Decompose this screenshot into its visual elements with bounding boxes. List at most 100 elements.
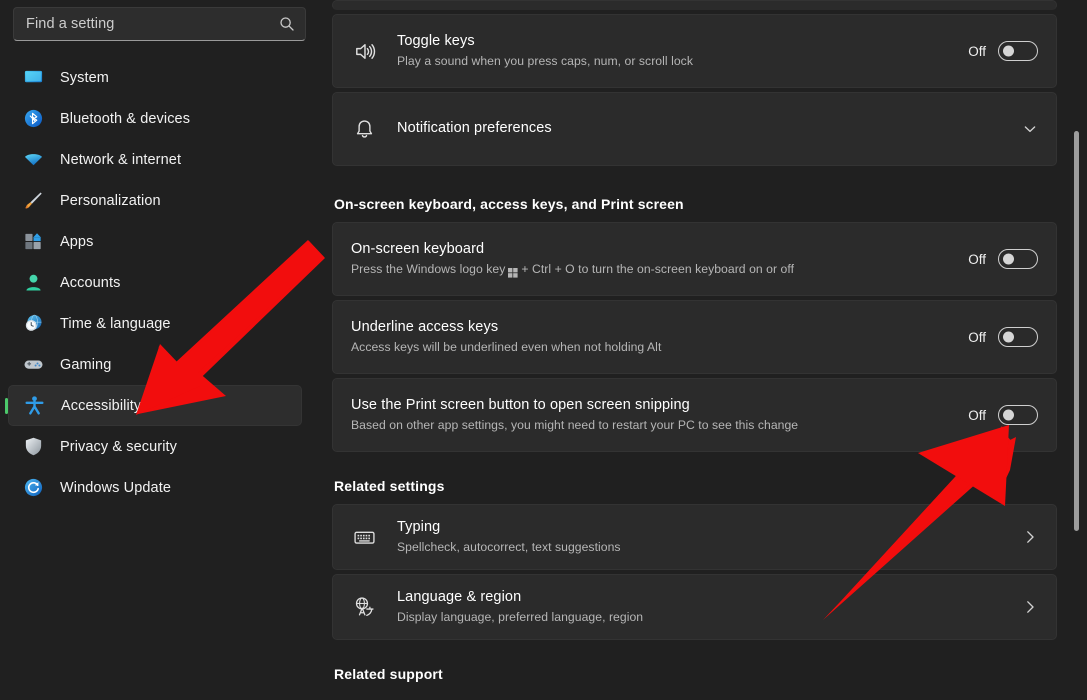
bell-icon [351,116,377,142]
toggle-state-label: Off [968,408,986,423]
setting-subtitle: Press the Windows logo key + Ctrl + O to… [351,261,954,278]
sidebar-item-privacy-security[interactable]: Privacy & security [8,426,302,467]
chevron-right-icon[interactable] [1022,599,1038,615]
setting-subtitle: Access keys will be underlined even when… [351,339,954,356]
toggle-knob [1003,254,1014,265]
toggle-switch-print-screen-snipping[interactable] [998,405,1038,425]
setting-title: Language & region [397,588,1008,608]
setting-control [1022,121,1038,137]
sidebar-item-label: System [60,70,109,86]
bluetooth-icon [22,108,44,130]
setting-control [1022,599,1038,615]
toggle-state-label: Off [968,44,986,59]
settings-content: Toggle keys Play a sound when you press … [320,0,1087,700]
search-icon[interactable] [279,16,295,32]
setting-row-toggle-keys[interactable]: Toggle keys Play a sound when you press … [332,14,1057,88]
toggle-knob [1003,410,1014,421]
section-heading-keyboard: On-screen keyboard, access keys, and Pri… [334,196,1057,212]
content-scrollbar[interactable] [1070,0,1082,700]
windows-logo-key-icon [508,266,518,276]
sidebar-item-accessibility[interactable]: Accessibility [8,385,302,426]
card-partial-above [332,0,1057,10]
sidebar-item-personalization[interactable]: Personalization [8,180,302,221]
toggle-knob [1003,46,1014,57]
sidebar-item-system[interactable]: System [8,57,302,98]
scroll-area: Toggle keys Play a sound when you press … [332,0,1057,692]
speaker-sound-icon [351,38,377,64]
sidebar-item-bluetooth-devices[interactable]: Bluetooth & devices [8,98,302,139]
search-input[interactable] [26,16,279,32]
setting-row-language-region[interactable]: Language & region Display language, pref… [332,574,1057,640]
setting-control: Off [968,41,1038,61]
gamepad-icon [22,354,44,376]
setting-title: Underline access keys [351,318,954,338]
subtitle-post-text: + Ctrl + O to turn the on-screen keyboar… [521,261,794,278]
sidebar-item-label: Privacy & security [60,439,177,455]
sidebar: System Bluetooth & devices [0,0,320,700]
setting-title: Use the Print screen button to open scre… [351,396,954,416]
sidebar-item-accounts[interactable]: Accounts [8,262,302,303]
sidebar-item-label: Accessibility [61,398,141,414]
setting-text: Language & region Display language, pref… [397,588,1008,627]
setting-subtitle: Based on other app settings, you might n… [351,417,954,434]
setting-control [1022,529,1038,545]
subtitle-pre-text: Press the Windows logo key [351,261,505,278]
setting-text: Use the Print screen button to open scre… [351,396,954,435]
toggle-state-label: Off [968,252,986,267]
clock-globe-icon [22,313,44,335]
setting-subtitle: Play a sound when you press caps, num, o… [397,53,954,70]
setting-control: Off [968,249,1038,269]
keyboard-icon [351,524,377,550]
toggle-switch-underline-access-keys[interactable] [998,327,1038,347]
setting-row-print-screen-snipping[interactable]: Use the Print screen button to open scre… [332,378,1057,452]
setting-control: Off [968,405,1038,425]
sidebar-item-time-language[interactable]: Time & language [8,303,302,344]
paintbrush-icon [22,190,44,212]
scrollbar-thumb[interactable] [1074,131,1079,531]
sidebar-item-windows-update[interactable]: Windows Update [8,467,302,508]
sidebar-item-label: Windows Update [60,480,171,496]
sidebar-item-label: Personalization [60,193,161,209]
chevron-right-icon[interactable] [1022,529,1038,545]
section-heading-related-settings: Related settings [334,478,1057,494]
toggle-switch-on-screen-keyboard[interactable] [998,249,1038,269]
sidebar-item-label: Accounts [60,275,120,291]
sidebar-item-apps[interactable]: Apps [8,221,302,262]
setting-title: Notification preferences [397,119,1008,139]
accessibility-person-icon [23,395,45,417]
setting-control: Off [968,327,1038,347]
sidebar-item-label: Time & language [60,316,171,332]
setting-row-typing[interactable]: Typing Spellcheck, autocorrect, text sug… [332,504,1057,570]
setting-text: Notification preferences [397,119,1008,139]
setting-text: Underline access keys Access keys will b… [351,318,954,357]
language-globe-icon [351,594,377,620]
update-refresh-icon [22,477,44,499]
sidebar-item-label: Network & internet [60,152,181,168]
setting-subtitle: Display language, preferred language, re… [397,609,1008,626]
sidebar-item-gaming[interactable]: Gaming [8,344,302,385]
sidebar-item-network-internet[interactable]: Network & internet [8,139,302,180]
sidebar-item-label: Bluetooth & devices [60,111,190,127]
search-box[interactable] [13,7,306,41]
apps-grid-icon [22,231,44,253]
setting-text: On-screen keyboard Press the Windows log… [351,240,954,279]
sidebar-item-label: Gaming [60,357,111,373]
wifi-icon [22,149,44,171]
monitor-icon [22,67,44,89]
shield-icon [22,436,44,458]
setting-row-notification-preferences[interactable]: Notification preferences [332,92,1057,166]
setting-text: Toggle keys Play a sound when you press … [397,32,954,71]
toggle-switch-toggle-keys[interactable] [998,41,1038,61]
section-heading-related-support: Related support [334,666,1057,682]
person-icon [22,272,44,294]
setting-title: Toggle keys [397,32,954,52]
setting-row-underline-access-keys[interactable]: Underline access keys Access keys will b… [332,300,1057,374]
chevron-down-icon[interactable] [1022,121,1038,137]
sidebar-nav: System Bluetooth & devices [0,57,320,508]
toggle-state-label: Off [968,330,986,345]
setting-title: On-screen keyboard [351,240,954,260]
toggle-knob [1003,332,1014,343]
setting-text: Typing Spellcheck, autocorrect, text sug… [397,518,1008,557]
setting-row-on-screen-keyboard[interactable]: On-screen keyboard Press the Windows log… [332,222,1057,296]
setting-subtitle: Spellcheck, autocorrect, text suggestion… [397,539,1008,556]
